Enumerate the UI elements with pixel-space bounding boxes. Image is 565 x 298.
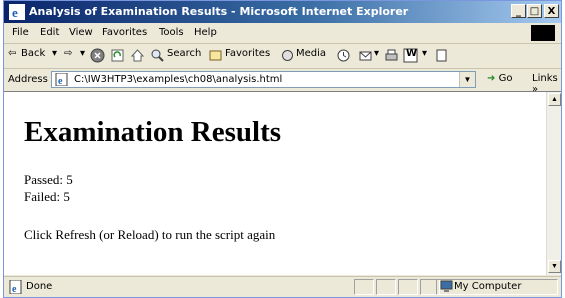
svg-text:e: e [58,76,63,86]
menu-bar: File Edit View Favorites Tools Help [4,23,561,44]
forward-button[interactable]: ⇨ [64,48,72,59]
computer-icon [440,280,453,292]
page-heading: Examination Results [24,116,282,148]
passed-count: Passed: 5 [24,172,73,187]
svg-text:e: e [12,284,17,294]
menu-help[interactable]: Help [194,27,217,38]
ie-logo-icon: e [9,4,25,20]
media-button[interactable]: Media [296,48,326,59]
status-pane [376,279,396,295]
search-icon[interactable] [150,48,165,63]
instruction-text: Click Refresh (or Reload) to run the scr… [24,227,276,242]
forward-dropdown-icon[interactable]: ▾ [80,48,85,59]
status-pane [354,279,374,295]
address-url: C:\IW3HTP3\examples\ch08\analysis.html [74,74,283,85]
discuss-icon[interactable] [434,48,449,63]
refresh-icon[interactable] [110,48,125,63]
menu-view[interactable]: View [69,27,93,38]
vertical-scrollbar[interactable]: ▲ ▼ [546,92,561,275]
address-input[interactable]: e C:\IW3HTP3\examples\ch08\analysis.html… [51,71,476,88]
address-dropdown-icon[interactable]: ▼ [459,72,475,87]
zone-text: My Computer [454,281,522,292]
menu-edit[interactable]: Edit [40,27,59,38]
svg-text:e: e [12,5,18,20]
history-icon[interactable] [336,48,351,63]
home-icon[interactable] [130,48,145,63]
favorites-button[interactable]: Favorites [225,48,270,59]
word-label: W [406,48,418,59]
done-page-icon: e [9,280,22,294]
go-button[interactable]: ➜ Go [487,73,512,84]
title-bar[interactable]: e Analysis of Examination Results - Micr… [4,1,561,23]
search-button[interactable]: Search [167,48,201,59]
menu-favorites[interactable]: Favorites [102,27,147,38]
back-button[interactable]: Back [21,48,45,59]
status-bar: e Done My Computer [4,276,561,298]
address-label: Address [8,74,48,85]
page-content: Examination Results Passed: 5 Failed: 5 … [4,92,546,275]
menu-file[interactable]: File [12,27,29,38]
stop-icon[interactable] [90,48,105,63]
window-title: Analysis of Examination Results - Micros… [29,5,409,18]
menu-tools[interactable]: Tools [159,27,184,38]
media-icon[interactable] [280,48,295,63]
browser-window: e Analysis of Examination Results - Micr… [3,0,562,298]
favorites-icon[interactable] [208,48,223,63]
minimize-button[interactable]: _ [511,4,526,18]
status-pane [398,279,418,295]
go-arrow-icon: ➜ [487,73,496,84]
mail-dropdown-icon[interactable]: ▾ [374,48,379,59]
go-label: Go [498,73,513,84]
scroll-down-icon[interactable]: ▼ [548,260,561,273]
address-bar: Address e C:\IW3HTP3\examples\ch08\analy… [4,69,561,95]
maximize-button[interactable]: □ [527,4,542,18]
word-dropdown-icon[interactable]: ▾ [422,48,427,59]
back-dropdown-icon[interactable]: ▾ [52,48,57,59]
print-icon[interactable] [384,48,399,63]
scroll-up-icon[interactable]: ▲ [548,93,561,106]
status-text: Done [26,281,53,292]
close-button[interactable]: X [544,4,559,18]
page-icon: e [55,73,68,86]
back-arrow-icon[interactable]: ⇦ [8,48,16,59]
failed-count: Failed: 5 [24,189,70,204]
windows-logo-icon [531,25,555,41]
mail-icon[interactable] [358,48,373,63]
toolbar: ⇦ Back ▾ ⇨ ▾ Search Favorites Media ▾ W … [4,44,561,69]
